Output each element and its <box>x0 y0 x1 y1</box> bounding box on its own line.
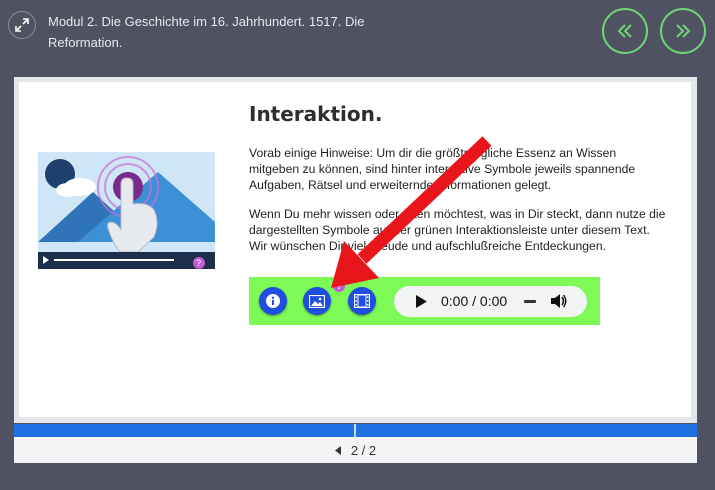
top-bar: Modul 2. Die Geschichte im 16. Jahrhunde… <box>0 0 715 70</box>
pager: 2 / 2 <box>14 437 697 463</box>
progress-bar <box>14 424 697 437</box>
expand-icon <box>15 18 29 32</box>
footer-bar: 2 / 2 <box>14 437 697 463</box>
caret-left-icon[interactable] <box>334 445 341 455</box>
video-button[interactable] <box>348 287 376 315</box>
interaction-illustration: ? <box>38 152 215 269</box>
image-icon <box>309 294 325 308</box>
audio-player: 0:00 / 0:00 <box>394 286 587 317</box>
previous-page-button[interactable] <box>602 8 648 54</box>
next-page-button[interactable] <box>660 8 706 54</box>
volume-icon[interactable] <box>551 293 567 309</box>
intro-paragraph: Vorab einige Hinweise: Um dir die größtm… <box>249 146 636 192</box>
info-icon <box>266 294 280 308</box>
interaction-toolbar: ? 0:00 / 0:00 <box>249 277 600 325</box>
progress-divider <box>354 424 356 437</box>
instructions-paragraph: Wenn Du mehr wissen oder raten möchtest,… <box>249 207 666 253</box>
expand-button[interactable] <box>8 11 36 39</box>
double-chevron-left-icon <box>617 24 632 38</box>
audio-progress-slider[interactable] <box>524 300 536 303</box>
page-indicator: 2 / 2 <box>350 442 377 458</box>
slide-heading: Interaktion. <box>249 102 383 126</box>
illustration-badge: ? <box>196 258 201 268</box>
double-chevron-right-icon <box>676 24 691 38</box>
slide-frame: ? Interaktion. Vorab einige Hinweise: Um… <box>14 77 697 423</box>
module-title: Modul 2. Die Geschichte im 16. Jahrhunde… <box>48 14 365 50</box>
slide-content: ? Interaktion. Vorab einige Hinweise: Um… <box>19 82 691 417</box>
play-icon[interactable] <box>416 295 427 308</box>
audio-time: 0:00 / 0:00 <box>441 293 508 309</box>
film-icon <box>354 294 370 308</box>
info-button[interactable] <box>259 287 287 315</box>
image-button[interactable] <box>303 287 331 315</box>
question-badge: ? <box>333 280 345 292</box>
